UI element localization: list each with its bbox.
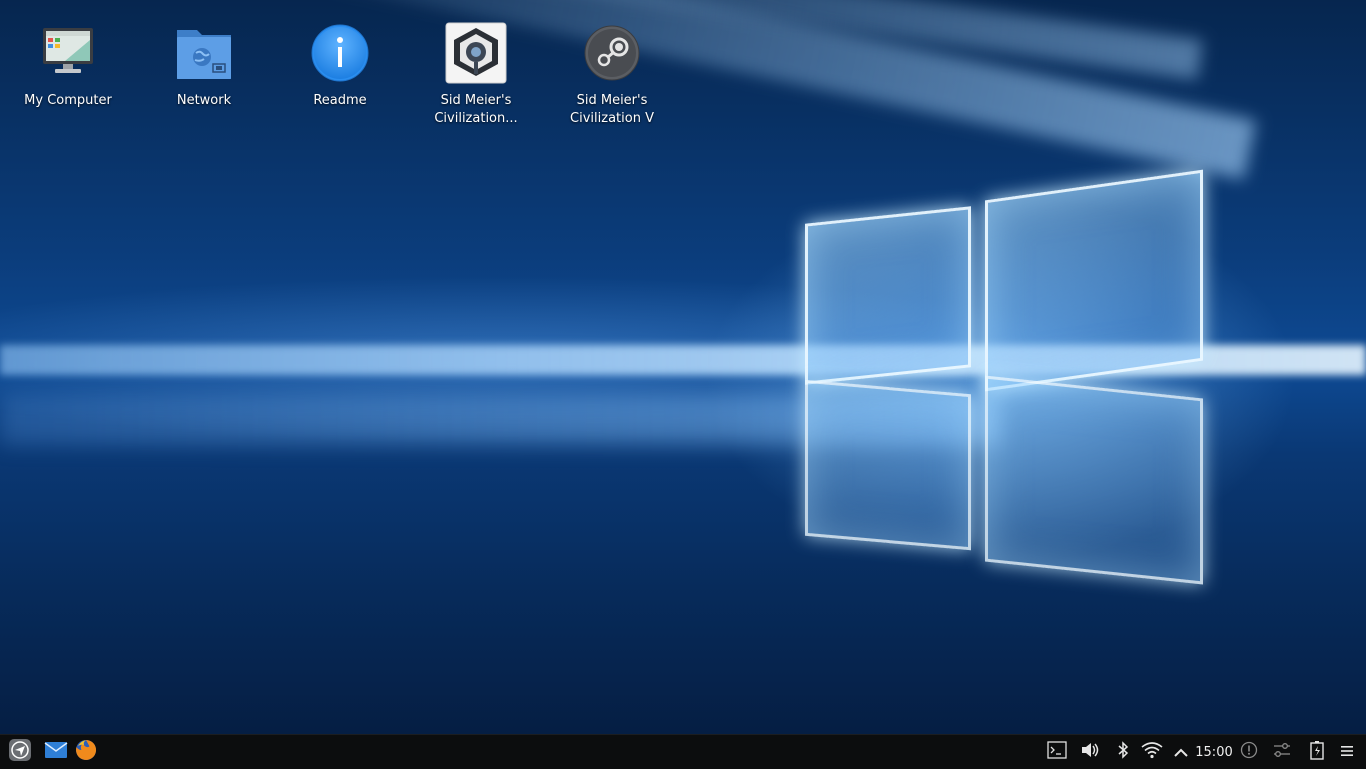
computer-icon <box>35 20 101 86</box>
firefox-button[interactable] <box>72 739 100 765</box>
info-icon <box>307 20 373 86</box>
settings-sliders-icon <box>1272 741 1292 763</box>
desktop-icon-my-computer[interactable]: My Computer <box>13 20 123 110</box>
network-folder-icon <box>171 20 237 86</box>
logo-pane <box>805 206 971 385</box>
logo-pane <box>985 169 1203 392</box>
desktop-icon-label: My Computer <box>24 93 112 108</box>
volume-icon <box>1080 741 1100 763</box>
notifications-button[interactable] <box>1238 739 1260 765</box>
taskbar: 15:00 <box>0 734 1366 769</box>
steam-icon <box>579 20 645 86</box>
desktop-icon-network[interactable]: Network <box>149 20 259 110</box>
clock[interactable]: 15:00 <box>1194 739 1234 765</box>
mail-icon <box>44 738 68 766</box>
app-launcher-button[interactable] <box>6 739 34 765</box>
terminal-icon <box>1047 741 1067 763</box>
logo-pane-reflection <box>985 375 1203 585</box>
desktop-icon-label: Readme <box>313 93 367 108</box>
desktop-icon-label: Network <box>176 93 232 108</box>
light-beam <box>256 0 1203 80</box>
menu-icon <box>1340 743 1354 762</box>
desktop-icon-label: Sid Meier's Civilization... <box>434 93 518 126</box>
desktop-icon-readme[interactable]: Readme <box>285 20 395 110</box>
battery-icon <box>1309 740 1325 764</box>
mail-button[interactable] <box>42 739 70 765</box>
windows-logo-wallpaper <box>800 169 1210 600</box>
terminal-button[interactable] <box>1044 739 1070 765</box>
battery-button[interactable] <box>1305 739 1329 765</box>
settings-button[interactable] <box>1270 739 1294 765</box>
desktop-icon-civilization-beyond-earth[interactable]: Sid Meier's Civilization... <box>421 20 531 128</box>
logo-pane-reflection <box>805 379 971 551</box>
desktop-icon-civilization-v[interactable]: Sid Meier's Civilization V <box>557 20 667 128</box>
menu-button[interactable] <box>1336 739 1358 765</box>
wifi-icon <box>1141 741 1163 763</box>
bluetooth-button[interactable] <box>1111 739 1135 765</box>
wifi-button[interactable] <box>1139 739 1165 765</box>
notification-icon <box>1240 741 1258 763</box>
clock-time: 15:00 <box>1195 744 1233 760</box>
volume-button[interactable] <box>1077 739 1103 765</box>
chevron-up-icon <box>1173 743 1189 762</box>
civilization-game-icon <box>443 20 509 86</box>
app-launcher-icon <box>8 738 32 766</box>
desktop-wallpaper: My Computer Network Readme Sid Meier's C… <box>0 0 1366 734</box>
desktop-icon-label: Sid Meier's Civilization V <box>570 93 654 126</box>
firefox-icon <box>74 738 98 766</box>
show-hidden-tray-button[interactable] <box>1170 739 1192 765</box>
bluetooth-icon <box>1116 741 1130 763</box>
